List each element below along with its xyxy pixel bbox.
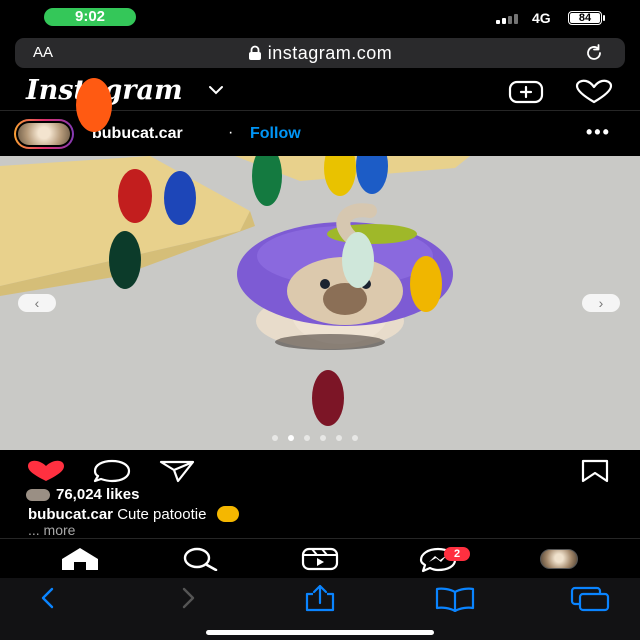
back-icon[interactable] <box>36 586 60 610</box>
carousel-dots <box>272 435 368 441</box>
carousel-dot <box>320 435 326 441</box>
heart-eyes-emoji: 😍 <box>216 506 239 523</box>
liked-by-avatar[interactable] <box>26 489 50 501</box>
more-options-button[interactable]: ••• <box>586 122 611 143</box>
carousel-next-button[interactable]: › <box>582 294 620 312</box>
avatar-image <box>18 123 70 145</box>
carousel-dot <box>304 435 310 441</box>
home-indicator[interactable] <box>206 630 434 635</box>
signal-icon <box>496 12 526 24</box>
carousel-dot <box>352 435 358 441</box>
bookmarks-icon[interactable] <box>434 586 476 612</box>
share-icon[interactable] <box>302 584 338 612</box>
save-bookmark-icon[interactable] <box>580 458 610 484</box>
comment-icon[interactable] <box>92 459 132 483</box>
avatar[interactable] <box>14 119 74 149</box>
carousel-dot <box>336 435 342 441</box>
home-icon[interactable] <box>60 547 100 571</box>
new-post-icon[interactable] <box>508 80 544 104</box>
share-send-icon[interactable] <box>158 459 196 483</box>
follow-button[interactable]: Follow <box>250 125 301 143</box>
search-icon[interactable] <box>180 547 220 571</box>
status-time: 9:02 <box>44 8 136 26</box>
cat-photo-image <box>0 156 640 450</box>
address-bar[interactable]: AA instagram.com <box>15 38 625 68</box>
post-photo[interactable]: ‹ › <box>0 156 640 450</box>
battery-level: 84 <box>570 13 600 24</box>
carousel-dot <box>272 435 278 441</box>
separator-dot: · <box>228 124 234 141</box>
likes-count[interactable]: 76,024 likes <box>56 486 139 503</box>
caption-text: Cute patootie <box>117 506 207 523</box>
chevron-down-icon[interactable] <box>208 82 224 98</box>
carousel-prev-button[interactable]: ‹ <box>18 294 56 312</box>
reels-icon[interactable] <box>300 547 340 571</box>
profile-avatar[interactable] <box>540 549 578 569</box>
url-text: instagram.com <box>267 43 393 63</box>
floating-ball-decoration <box>76 78 112 132</box>
activity-heart-icon[interactable] <box>574 79 614 105</box>
instagram-bottom-nav: 2 <box>0 538 640 579</box>
lock-icon <box>248 45 261 60</box>
status-bar: 9:02 4G 84 <box>0 0 640 34</box>
carousel-dot <box>288 435 294 441</box>
forward-icon[interactable] <box>176 586 200 610</box>
tabs-icon[interactable] <box>570 586 610 612</box>
battery-icon: 84 <box>568 11 602 25</box>
network-label: 4G <box>532 10 551 26</box>
reload-icon[interactable] <box>583 42 605 64</box>
like-heart-icon[interactable] <box>26 460 66 482</box>
caption-more-link[interactable]: ... more <box>28 522 75 538</box>
caption-username[interactable]: bubucat.car <box>28 506 113 523</box>
messages-badge: 2 <box>444 547 470 561</box>
post-actions <box>0 450 640 490</box>
url-field[interactable]: instagram.com <box>15 43 625 64</box>
battery-tip <box>603 15 605 21</box>
post-caption: bubucat.car Cute patootie 😍 <box>28 506 239 523</box>
